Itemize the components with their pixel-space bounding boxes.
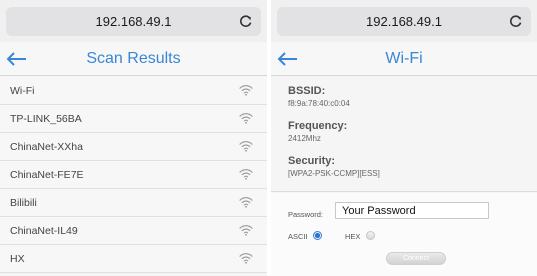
security-label: Security: (288, 155, 336, 167)
network-ssid: Wi-Fi (10, 85, 35, 97)
wifi-detail-screen: 192.168.49.1 Wi-Fi BSSID: f8:9a:78:40:c0… (271, 0, 537, 276)
bssid-value: f8:9a:78:40:c0:04 (288, 99, 350, 108)
wifi-signal-icon (239, 85, 253, 96)
wifi-signal-icon (239, 113, 253, 124)
connect-form: Password: ASCII HEX Connect (271, 193, 537, 276)
bssid-label: BSSID: (288, 85, 326, 97)
security-block: Security: [WPA2-PSK-CCMP][ESS] (288, 155, 380, 179)
frequency-value: 2412Mhz (288, 134, 321, 143)
network-row[interactable]: ChinaNet-XXha (0, 133, 267, 161)
network-ssid: TP-LINK_56BA (10, 113, 82, 125)
hex-label: HEX (345, 232, 361, 241)
network-ssid: ChinaNet-XXha (10, 141, 83, 153)
wifi-signal-icon (239, 225, 253, 236)
connect-button[interactable]: Connect (386, 252, 446, 265)
network-row[interactable]: ChinaNet-FE7E (0, 161, 267, 189)
page-title: Scan Results (86, 50, 181, 67)
frequency-label: Frequency: (288, 120, 348, 132)
reload-icon[interactable] (239, 14, 253, 28)
network-ssid: ChinaNet-IL49 (10, 225, 78, 237)
network-row[interactable]: TP-LINK_56BA (0, 105, 267, 133)
url-field[interactable]: 192.168.49.1 (277, 7, 531, 36)
wifi-signal-icon (239, 197, 253, 208)
wifi-signal-icon (239, 253, 253, 264)
address-bar: 192.168.49.1 (271, 0, 537, 42)
network-ssid: ChinaNet-FE7E (10, 169, 84, 181)
security-value: [WPA2-PSK-CCMP][ESS] (288, 169, 380, 178)
nav-bar: Scan Results (0, 42, 267, 76)
network-row[interactable]: HX (0, 245, 267, 273)
network-list: Wi-Fi TP-LINK_56BA ChinaNet-XXha ChinaNet-F… (0, 77, 267, 273)
hex-radio[interactable] (366, 231, 375, 240)
url-field[interactable]: 192.168.49.1 (6, 7, 261, 36)
reload-icon[interactable] (509, 14, 523, 28)
network-row[interactable]: ChinaNet-IL49 (0, 217, 267, 245)
url-text: 192.168.49.1 (95, 14, 172, 29)
ascii-radio[interactable] (313, 231, 322, 240)
password-label: Password: (288, 210, 324, 219)
password-input[interactable] (335, 202, 489, 219)
nav-bar: Wi-Fi (271, 42, 537, 76)
wifi-signal-icon (239, 169, 253, 180)
network-row[interactable]: Bilibili (0, 189, 267, 217)
page-title: Wi-Fi (385, 50, 423, 67)
scan-results-screen: 192.168.49.1 Scan Results Wi-Fi TP-LINK_5… (0, 0, 267, 276)
network-row[interactable]: Wi-Fi (0, 77, 267, 105)
url-text: 192.168.49.1 (366, 14, 442, 29)
wifi-signal-icon (239, 141, 253, 152)
frequency-block: Frequency: 2412Mhz (288, 120, 347, 144)
network-ssid: HX (10, 253, 25, 265)
ascii-label: ASCII (288, 232, 308, 241)
network-ssid: Bilibili (10, 197, 37, 209)
address-bar: 192.168.49.1 (0, 0, 267, 42)
bssid-block: BSSID: f8:9a:78:40:c0:04 (288, 85, 350, 109)
network-details: BSSID: f8:9a:78:40:c0:04 Frequency: 2412… (271, 77, 537, 192)
